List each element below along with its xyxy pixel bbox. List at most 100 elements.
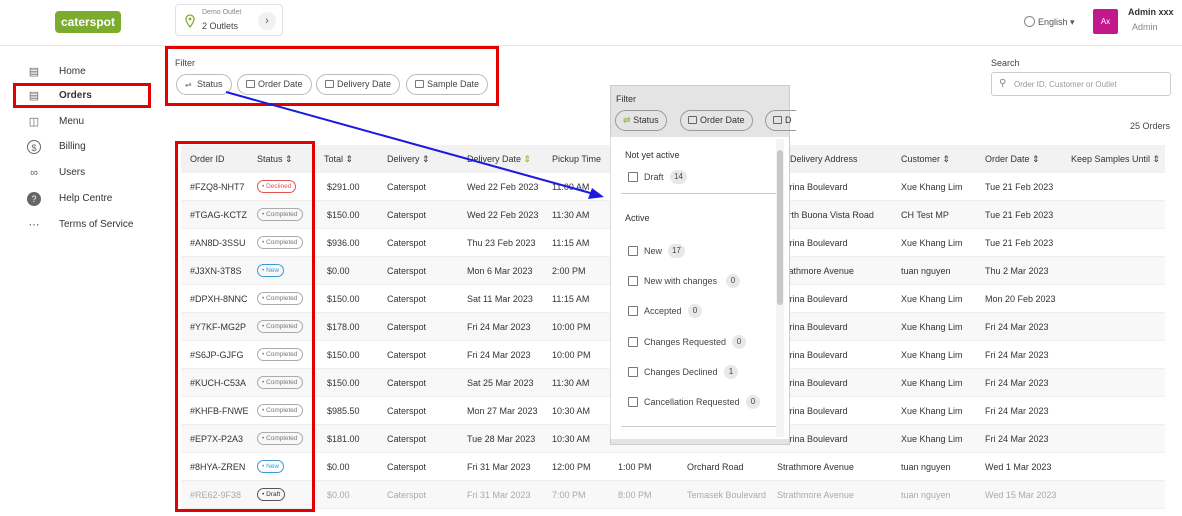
column-label: Delivery <box>387 154 420 164</box>
popup-delivery-date-chip[interactable]: D <box>765 110 796 131</box>
cell-delivery: Caterspot <box>387 210 427 220</box>
avatar[interactable]: Ax <box>1093 9 1118 34</box>
location-pin-icon <box>185 14 195 28</box>
cell-pickup-time: 10:00 PM <box>552 350 591 360</box>
orders-count: 25 Orders <box>1130 121 1171 131</box>
globe-icon <box>1024 16 1035 27</box>
chevron-right-icon[interactable]: › <box>258 12 276 30</box>
search-input[interactable] <box>1014 77 1164 92</box>
language-selector[interactable]: English ▾ <box>1024 16 1075 28</box>
cell-delivery-date: Fri 31 Mar 2023 <box>467 490 531 500</box>
cell-delivery-time: 1:00 PM <box>618 462 652 472</box>
cell-pickup-time: 10:00 PM <box>552 322 591 332</box>
cell-total: $936.00 <box>327 238 360 248</box>
sidebar-item-help-centre[interactable]: ? Help Centre <box>27 190 151 208</box>
cell-pickup-time: 11:00 AM <box>552 182 590 192</box>
chip-label: D <box>785 115 792 125</box>
cell-delivery: Caterspot <box>387 182 427 192</box>
popup-order-date-chip[interactable]: Order Date <box>680 110 753 131</box>
cell-delivery: Caterspot <box>387 434 427 444</box>
cell-order-date: Fri 24 Mar 2023 <box>985 350 1049 360</box>
cell-total: $985.50 <box>327 406 360 416</box>
option-label: New <box>644 246 663 256</box>
user-role: Admin <box>1132 22 1158 32</box>
caterspot-logo[interactable]: caterspot <box>55 11 121 33</box>
cell-order-date: Thu 2 Mar 2023 <box>985 266 1049 276</box>
outlet-selector[interactable]: Demo Outlet 2 Outlets › <box>175 4 283 36</box>
column-label: Customer <box>901 154 941 164</box>
sidebar-item-label: Home <box>59 66 86 77</box>
cell-delivery-date: Sat 25 Mar 2023 <box>467 378 534 388</box>
calendar-icon <box>773 116 782 124</box>
column-label: Order Date <box>985 154 1030 164</box>
status-options-panel: Not yet active Draft 14 Active New 17 New … <box>610 137 789 439</box>
checkbox[interactable] <box>628 337 638 347</box>
option-count: 14 <box>670 170 687 184</box>
column-header-pickup-time[interactable]: Pickup Time <box>552 154 601 164</box>
option-label: Changes Requested <box>644 337 727 347</box>
popup-scrollbar-thumb[interactable] <box>777 150 783 305</box>
option-count: 17 <box>668 244 685 258</box>
cell-pickup-time: 10:30 AM <box>552 406 591 416</box>
filter-highlight <box>165 46 499 106</box>
cell-delivery-date: Mon 6 Mar 2023 <box>467 266 533 276</box>
cell-customer: Xue Khang Lim <box>901 350 963 360</box>
column-header-customer[interactable]: Customer ⇕ <box>901 154 950 165</box>
checkbox[interactable] <box>628 397 638 407</box>
checkbox[interactable] <box>628 367 638 377</box>
option-label: Cancellation Requested <box>644 397 740 407</box>
sidebar-item-label: Users <box>59 167 86 178</box>
checkbox[interactable] <box>628 246 638 256</box>
top-bar: caterspot Demo Outlet 2 Outlets › Englis… <box>0 0 1182 46</box>
sidebar: ▤ Home ▤ Orders ◫ Menu $ Billing ∞ Users ? Hel… <box>0 47 160 516</box>
sidebar-item-home[interactable]: ▤ Home <box>27 63 151 81</box>
cell-pickup-time: 12:00 PM <box>552 462 591 472</box>
cell-customer: tuan nguyen <box>901 266 951 276</box>
column-header-delivery-date[interactable]: Delivery Date ⇕ <box>467 154 531 165</box>
cell-delivery: Caterspot <box>387 238 427 248</box>
cell-order-date: Fri 24 Mar 2023 <box>985 434 1049 444</box>
orders-highlight <box>13 83 151 108</box>
option-label: New with changes <box>644 276 718 286</box>
cell-total: $0.00 <box>327 266 350 276</box>
sidebar-item-billing[interactable]: $ Billing <box>27 138 151 156</box>
language-label: English <box>1038 17 1068 27</box>
cell-delivery: Caterspot <box>387 350 427 360</box>
option-count: 0 <box>732 335 746 349</box>
table-row[interactable]: #8HYA-ZREN $0.00 Caterspot Fri 31 Mar 2023 1… <box>181 453 1165 481</box>
option-count: 0 <box>688 304 702 318</box>
sidebar-item-label: Terms of Service <box>59 219 134 230</box>
more-icon: ⋯ <box>28 219 40 231</box>
cell-customer: Xue Khang Lim <box>901 378 963 388</box>
search-icon: ⚲ <box>999 78 1007 89</box>
cell-customer: Xue Khang Lim <box>901 238 963 248</box>
column-header-total[interactable]: Total ⇕ <box>324 154 353 165</box>
checkbox[interactable] <box>628 306 638 316</box>
table-row[interactable]: #RE62-9F38 $0.00 Caterspot Fri 31 Mar 2023 7… <box>181 481 1165 509</box>
column-header-delivery[interactable]: Delivery ⇕ <box>387 154 430 165</box>
column-header-keep-samples[interactable]: Keep Samples Until ⇕ <box>1071 154 1160 165</box>
column-header-delivery-address[interactable]: Delivery Address <box>790 154 858 164</box>
column-header-order-date[interactable]: Order Date ⇕ <box>985 154 1040 165</box>
cell-pickup-address: Orchard Road <box>687 462 744 472</box>
popup-title: Filter <box>616 94 636 104</box>
cell-total: $150.00 <box>327 210 360 220</box>
sidebar-item-menu[interactable]: ◫ Menu <box>27 113 151 131</box>
cell-order-date: Wed 1 Mar 2023 <box>985 462 1052 472</box>
cell-delivery-address: Strathmore Avenue <box>777 490 854 500</box>
sidebar-item-terms[interactable]: ⋯ Terms of Service <box>27 216 151 234</box>
checkbox[interactable] <box>628 276 638 286</box>
outlet-count: 2 Outlets <box>202 21 239 31</box>
chip-label: Status <box>633 115 659 125</box>
checkbox[interactable] <box>628 172 638 182</box>
popup-status-chip[interactable]: ⇌ Status <box>615 110 667 131</box>
cell-order-date: Tue 21 Feb 2023 <box>985 238 1054 248</box>
search-box[interactable]: ⚲ <box>991 72 1171 96</box>
cell-delivery: Caterspot <box>387 378 427 388</box>
option-count: 0 <box>726 274 740 288</box>
cell-customer: tuan nguyen <box>901 490 951 500</box>
sidebar-item-label: Help Centre <box>59 193 113 204</box>
sidebar-item-users[interactable]: ∞ Users <box>27 164 151 182</box>
cell-delivery-date: Fri 24 Mar 2023 <box>467 350 531 360</box>
cell-delivery-address: North Buona Vista Road <box>777 210 874 220</box>
